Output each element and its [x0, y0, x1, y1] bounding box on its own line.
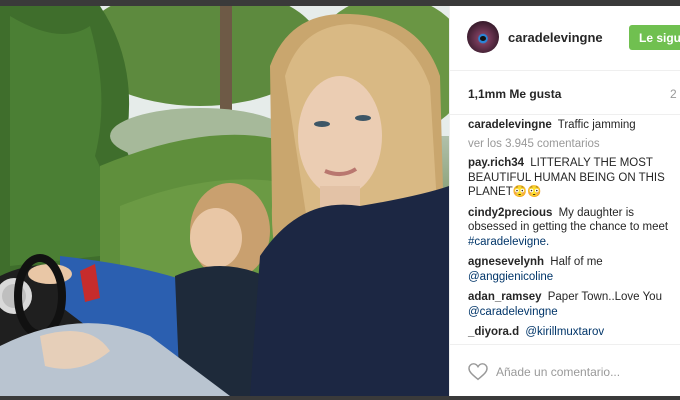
caption: caradelevingne Traffic jamming: [468, 118, 678, 133]
comment-mention[interactable]: @caradelevingne: [468, 306, 558, 318]
post-side-panel: caradelevingne Le sigue 1,1mm Me gusta 2…: [449, 6, 680, 396]
comment-item: pay.rich34 LITTERALY THE MOST BEAUTIFUL …: [468, 156, 678, 200]
view-all-comments-link[interactable]: ver los 3.945 comentarios: [468, 137, 678, 152]
comment-text: Paper Town..Love You: [547, 291, 662, 303]
post-time: 2: [670, 87, 677, 101]
profile-avatar[interactable]: [467, 21, 499, 53]
avatar-eye: [480, 36, 486, 41]
post-header: caradelevingne Le sigue: [450, 6, 680, 71]
likes-row: 1,1mm Me gusta 2: [450, 71, 680, 115]
comment-item: adan_ramsey Paper Town..Love You @carade…: [468, 290, 678, 319]
comment-item: _diyora.d @kirillmuxtarov: [468, 325, 678, 340]
heart-icon[interactable]: [468, 363, 488, 381]
caption-username[interactable]: caradelevingne: [468, 119, 552, 131]
follow-button[interactable]: Le sigue: [629, 25, 680, 50]
post-photo[interactable]: [0, 6, 449, 396]
comment-username[interactable]: pay.rich34: [468, 157, 524, 169]
comment-hashtag[interactable]: #caradelevigne.: [468, 236, 549, 248]
comment-mention[interactable]: @kirillmuxtarov: [525, 326, 604, 338]
comment-username[interactable]: _diyora.d: [468, 326, 519, 338]
post-username[interactable]: caradelevingne: [508, 30, 603, 45]
post-photo-illustration: [0, 6, 449, 396]
bottom-frame-bar: [0, 396, 680, 400]
comments-list: caradelevingne Traffic jamming ver los 3…: [468, 118, 678, 346]
add-comment-input[interactable]: [496, 364, 676, 380]
likes-count[interactable]: 1,1mm Me gusta: [468, 87, 561, 101]
comment-item: agnesevelynh Half of me @anggienicoline: [468, 255, 678, 284]
comment-username[interactable]: adan_ramsey: [468, 291, 542, 303]
add-comment-row: [450, 344, 680, 396]
comment-mention[interactable]: @anggienicoline: [468, 271, 553, 283]
comment-username[interactable]: cindy2precious: [468, 207, 552, 219]
caption-text: Traffic jamming: [557, 119, 636, 131]
comment-text: Half of me: [550, 256, 603, 268]
comment-item: cindy2precious My daughter is obsessed i…: [468, 206, 678, 250]
comment-username[interactable]: agnesevelynh: [468, 256, 544, 268]
